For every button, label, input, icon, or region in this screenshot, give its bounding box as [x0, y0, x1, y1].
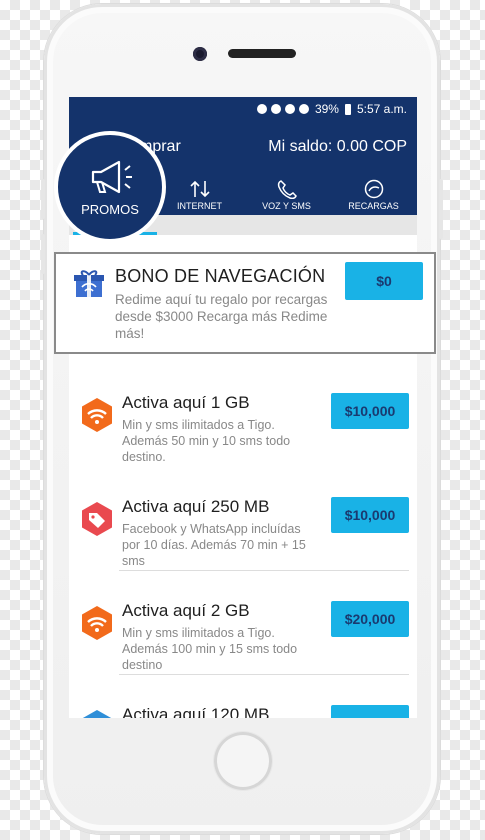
status-bar: 39% 5:57 a.m.	[69, 97, 417, 121]
phone-icon	[277, 180, 297, 199]
list-item[interactable]: Activa aquí 250 MB Facebook y WhatsApp i…	[69, 487, 417, 591]
arrows-updown-icon	[189, 180, 210, 198]
home-button[interactable]	[214, 732, 272, 790]
redeem-button[interactable]: $0	[345, 262, 423, 300]
mute-icon	[284, 104, 295, 114]
tag-hexagon-icon	[82, 502, 112, 536]
list-item[interactable]: Activa aquí 1 GB Min y sms ilimitados a …	[69, 383, 417, 487]
status-icons	[256, 104, 309, 114]
item-title: Activa aquí 1 GB	[122, 393, 250, 412]
item-description: Min y sms ilimitados a Tigo. Además 100 …	[122, 626, 298, 672]
recharge-icon	[364, 179, 383, 199]
megaphone-icon	[91, 160, 132, 193]
list-item[interactable]: S Activa aquí 120 MB $6,000	[69, 695, 417, 718]
promos-button[interactable]: PROMOS	[54, 131, 166, 243]
featured-description: Redime aquí tu regalo por recargas desde…	[115, 292, 328, 341]
tab-recargas[interactable]: RECARGAS	[330, 175, 417, 215]
featured-title: BONO DE NAVEGACIÓN	[115, 266, 326, 286]
item-description: Facebook y WhatsApp incluídas por 10 día…	[122, 522, 306, 568]
tab-label: RECARGAS	[348, 201, 399, 211]
buy-button[interactable]: $6,000	[331, 705, 409, 718]
item-description: Min y sms ilimitados a Tigo. Además 50 m…	[122, 418, 291, 464]
alarm-icon	[270, 104, 281, 114]
battery-icon	[344, 103, 351, 115]
front-camera-icon	[193, 47, 207, 61]
item-title: Activa aquí 2 GB	[122, 601, 250, 620]
gift-icon	[74, 270, 104, 297]
balance-label: Mi saldo: 0.00 COP	[268, 138, 407, 155]
volume-button	[41, 234, 45, 274]
buy-button[interactable]: $10,000	[331, 393, 409, 429]
list-item[interactable]: Activa aquí 2 GB Min y sms ilimitados a …	[69, 591, 417, 695]
promos-label: PROMOS	[81, 201, 139, 217]
buy-button[interactable]: $10,000	[331, 497, 409, 533]
clock: 5:57 a.m.	[356, 102, 407, 116]
notification-icon	[256, 104, 267, 114]
wifi-hexagon-icon	[82, 398, 112, 432]
speaker-grille	[228, 49, 296, 58]
tab-label: VOZ Y SMS	[262, 201, 311, 211]
skype-hexagon-icon: S	[82, 710, 112, 718]
tab-voz-sms[interactable]: VOZ Y SMS	[243, 175, 330, 215]
battery-percent: 39%	[314, 102, 339, 116]
item-title: Activa aquí 120 MB	[122, 705, 270, 718]
featured-offer-card[interactable]: BONO DE NAVEGACIÓN Redime aquí tu regalo…	[54, 252, 436, 354]
tab-label: INTERNET	[177, 201, 222, 211]
buy-button[interactable]: $20,000	[331, 601, 409, 637]
tab-internet[interactable]: INTERNET	[156, 175, 243, 215]
signal-icon	[298, 104, 309, 114]
wifi-hexagon-icon	[82, 606, 112, 640]
volume-button	[41, 179, 45, 219]
power-button	[439, 179, 443, 239]
item-title: Activa aquí 250 MB	[122, 497, 270, 516]
